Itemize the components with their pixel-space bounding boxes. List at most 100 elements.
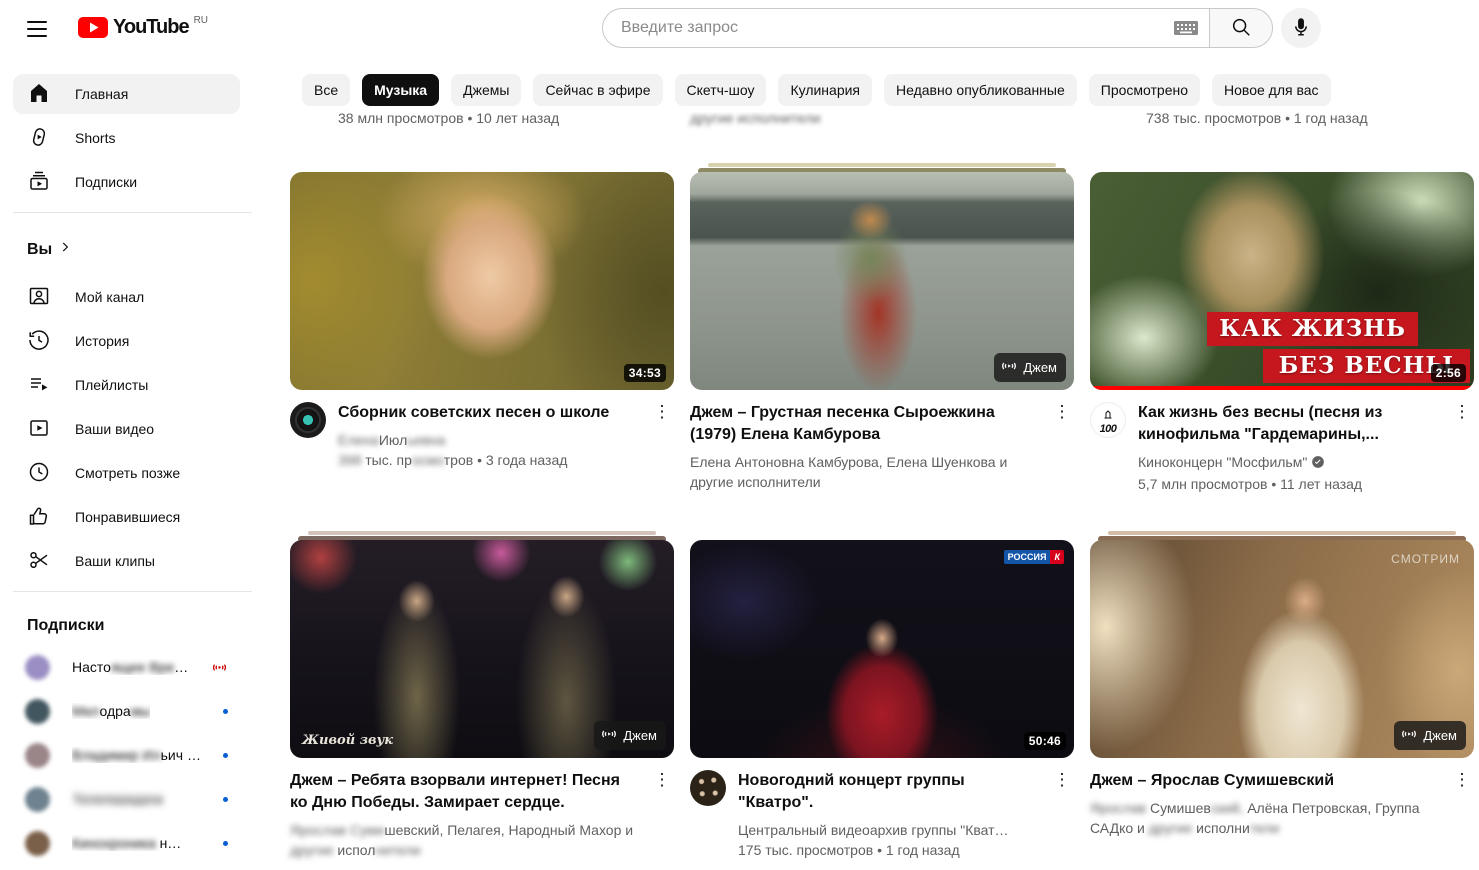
thumbs-up-icon xyxy=(27,504,51,531)
sidebar-item-your-videos[interactable]: Ваши видео xyxy=(13,409,240,449)
sidebar-item-label: Понравившиеся xyxy=(75,509,180,525)
sidebar-you-header[interactable]: Вы xyxy=(27,240,72,259)
video-thumbnail[interactable]: Живой звук Джем xyxy=(290,540,674,758)
video-title[interactable]: Новогодний концерт группы "Кватро". xyxy=(738,770,1038,814)
duration-badge: 50:46 xyxy=(1024,732,1066,750)
mix-stack-decoration xyxy=(1108,531,1456,535)
subscription-channel[interactable]: Кинохроника н… xyxy=(13,823,240,863)
channel-name[interactable]: Центральный видеоархив группы "Кват… xyxy=(738,820,1038,840)
mix-badge: Джем xyxy=(994,353,1066,382)
microphone-icon xyxy=(1290,16,1312,41)
sidebar-item-home[interactable]: Главная xyxy=(13,74,240,114)
history-icon xyxy=(27,328,51,355)
chip-mixes[interactable]: Джемы xyxy=(451,74,521,106)
channel-name[interactable]: Киноконцерн "Мосфильм" xyxy=(1138,452,1438,474)
search-input[interactable] xyxy=(619,18,1173,38)
chip-sketch-shows[interactable]: Скетч-шоу xyxy=(675,74,767,106)
channel-avatar[interactable]: 100 xyxy=(1090,402,1126,438)
sidebar-item-playlists[interactable]: Плейлисты xyxy=(13,365,240,405)
video-card: Джем Джем – Грустная песенка Сыроежкина … xyxy=(690,172,1074,492)
verified-badge-icon xyxy=(1311,454,1325,474)
chip-live[interactable]: Сейчас в эфире xyxy=(533,74,662,106)
subscription-channel[interactable]: Настоящее Вре… xyxy=(13,647,240,687)
hamburger-menu-button[interactable] xyxy=(25,16,49,40)
mix-badge-label: Джем xyxy=(623,728,657,743)
chip-watched[interactable]: Просмотрено xyxy=(1089,74,1200,106)
video-thumbnail[interactable]: КАК ЖИЗНЬ БЕЗ ВЕСНЫ 2:56 xyxy=(1090,172,1474,390)
more-options-button[interactable]: ⋮ xyxy=(1050,770,1074,790)
channel-name: Телепередачи xyxy=(72,791,164,807)
video-thumbnail[interactable]: Джем xyxy=(690,172,1074,390)
channel-name[interactable]: ЕленаИюльевна xyxy=(338,430,638,450)
duration-badge: 34:53 xyxy=(624,364,666,382)
more-options-button[interactable]: ⋮ xyxy=(650,402,674,422)
more-options-button[interactable]: ⋮ xyxy=(1450,770,1474,790)
sidebar-item-history[interactable]: История xyxy=(13,321,240,361)
video-title[interactable]: Джем – Грустная песенка Сыроежкина (1979… xyxy=(690,402,1038,446)
chip-all[interactable]: Все xyxy=(302,74,350,106)
chip-new-to-you[interactable]: Новое для вас xyxy=(1212,74,1331,106)
video-thumbnail[interactable]: РОССИЯК 50:46 xyxy=(690,540,1074,758)
subscription-channel[interactable]: Телепередачи xyxy=(13,779,240,819)
video-meta: 38 млн просмотров • 10 лет назад xyxy=(338,110,559,126)
subscriptions-icon xyxy=(27,169,51,196)
keyboard-icon[interactable] xyxy=(1173,19,1199,37)
channel-avatar[interactable] xyxy=(690,770,726,806)
video-title[interactable]: Джем – Ребята взорвали интернет! Песня к… xyxy=(290,770,638,814)
chip-music[interactable]: Музыка xyxy=(362,74,439,106)
more-options-button[interactable]: ⋮ xyxy=(650,770,674,790)
sidebar-item-label: Shorts xyxy=(75,130,115,146)
new-content-dot xyxy=(223,709,228,714)
sidebar-item-subscriptions[interactable]: Подписки xyxy=(13,162,240,202)
subscription-channel[interactable]: Владимир Ильич … xyxy=(13,735,240,775)
sidebar-item-my-channel[interactable]: Мой канал xyxy=(13,277,240,317)
artists-byline[interactable]: Елена Антоновна Камбурова, Елена Шуенков… xyxy=(690,452,1038,492)
scissors-icon xyxy=(27,548,51,575)
sidebar-item-shorts[interactable]: Shorts xyxy=(13,118,240,158)
video-thumbnail[interactable]: 34:53 xyxy=(290,172,674,390)
mix-stack-decoration xyxy=(708,163,1056,167)
video-thumbnail[interactable]: СМОТРИМ Джем xyxy=(1090,540,1474,758)
youtube-play-icon xyxy=(78,17,108,38)
video-title[interactable]: Джем – Ярослав Сумишевский xyxy=(1090,770,1438,792)
subscriptions-label: Подписки xyxy=(27,617,104,635)
video-card: РОССИЯК 50:46 Новогодний концерт группы … xyxy=(690,540,1074,860)
shorts-icon xyxy=(27,125,51,152)
video-meta: 738 тыс. просмотров • 1 год назад xyxy=(1146,110,1368,126)
thumbnail-text-overlay: КАК ЖИЗНЬ xyxy=(1207,312,1418,346)
subscription-channel[interactable]: Мелодрамы xyxy=(13,691,240,731)
video-title[interactable]: Сборник советских песен о школе xyxy=(338,402,638,424)
sidebar-item-label: Смотреть позже xyxy=(75,465,180,481)
video-title[interactable]: Как жизнь без весны (песня из кинофильма… xyxy=(1138,402,1438,446)
artists-byline[interactable]: Ярослав Сумишевский, Пелагея, Народный М… xyxy=(290,820,638,860)
live-icon xyxy=(211,659,228,676)
playlists-icon xyxy=(27,372,51,399)
filter-chip-bar: Все Музыка Джемы Сейчас в эфире Скетч-шо… xyxy=(266,56,1479,112)
sidebar-item-label: Главная xyxy=(75,86,128,102)
chip-cooking[interactable]: Кулинария xyxy=(778,74,872,106)
youtube-logo[interactable]: YouTube RU xyxy=(78,14,208,41)
video-meta: другие исполнители xyxy=(690,110,821,126)
chip-recently-uploaded[interactable]: Недавно опубликованные xyxy=(884,74,1077,106)
voice-search-button[interactable] xyxy=(1281,8,1321,48)
sidebar-item-your-clips[interactable]: Ваши клипы xyxy=(13,541,240,581)
sidebar-divider xyxy=(13,212,252,213)
channel-avatar xyxy=(25,743,50,768)
channel-avatar[interactable] xyxy=(290,402,326,438)
top-bar: YouTube RU xyxy=(0,0,1479,56)
search-icon xyxy=(1230,16,1252,41)
channel-name: Владимир Ильич … xyxy=(72,747,200,763)
artists-byline[interactable]: Ярослав Сумишевский, Алёна Петровская, Г… xyxy=(1090,798,1438,838)
more-options-button[interactable]: ⋮ xyxy=(1050,402,1074,422)
mix-stack-decoration xyxy=(308,531,656,535)
search-button[interactable] xyxy=(1209,8,1273,48)
channel-name: Мелодрамы xyxy=(72,703,150,719)
mix-badge-label: Джем xyxy=(1023,360,1057,375)
mix-broadcast-icon xyxy=(600,725,618,746)
more-options-button[interactable]: ⋮ xyxy=(1450,402,1474,422)
your-videos-icon xyxy=(27,416,51,443)
video-card: СМОТРИМ Джем Джем – Ярослав Сумишевский … xyxy=(1090,540,1474,838)
sidebar-item-watch-later[interactable]: Смотреть позже xyxy=(13,453,240,493)
channel-name: Настоящее Вре… xyxy=(72,659,188,675)
sidebar-item-liked-videos[interactable]: Понравившиеся xyxy=(13,497,240,537)
